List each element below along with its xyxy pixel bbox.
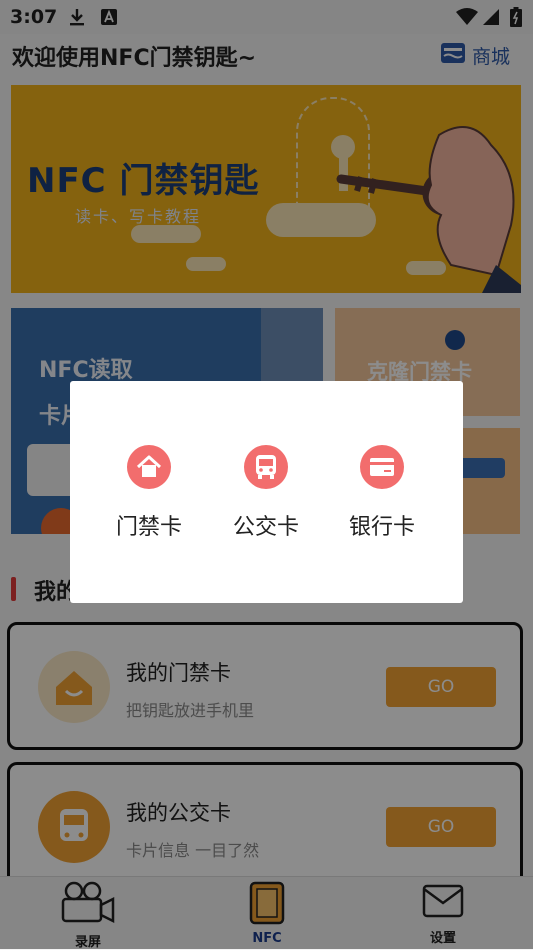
option-bus-card[interactable]: 公交卡 [216, 445, 316, 541]
option-label: 公交卡 [232, 515, 299, 540]
card-type-dialog: 门禁卡 公交卡 银行卡 [70, 381, 463, 603]
credit-card-icon [360, 445, 404, 489]
option-bank-card[interactable]: 银行卡 [332, 445, 432, 541]
option-label: 门禁卡 [115, 515, 182, 540]
bus-icon [244, 445, 288, 489]
home-icon [127, 445, 171, 489]
option-access-card[interactable]: 门禁卡 [99, 445, 199, 541]
option-label: 银行卡 [348, 515, 415, 540]
